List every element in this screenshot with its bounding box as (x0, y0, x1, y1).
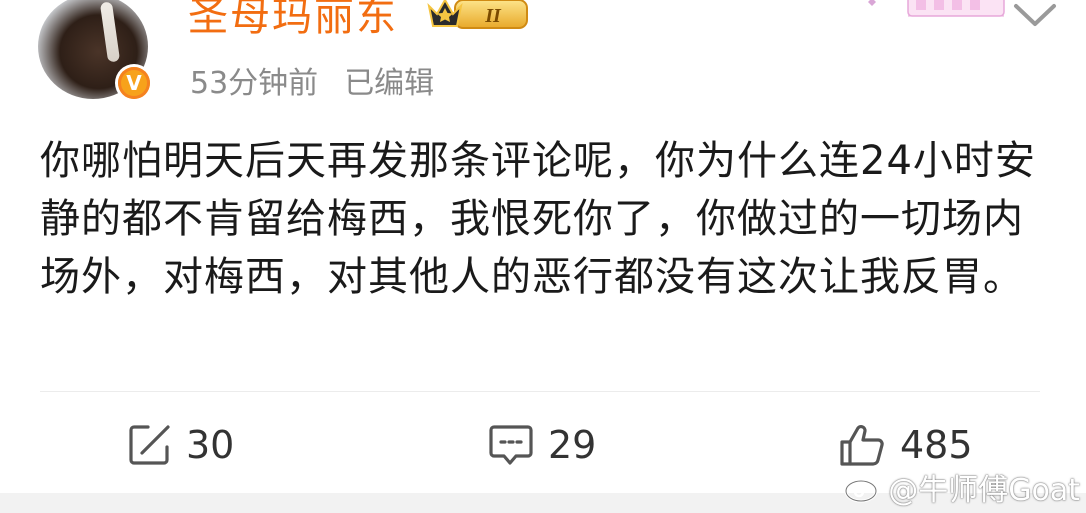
like-count: 485 (900, 423, 973, 467)
thumbs-up-icon (840, 425, 884, 466)
comment-count: 29 (548, 423, 597, 467)
watermark: @牛师傅Goat (844, 465, 1080, 509)
divider (40, 391, 1040, 392)
comment-icon (489, 425, 533, 465)
verified-badge-icon: V (115, 64, 153, 102)
watermark-text: @牛师傅Goat (888, 473, 1080, 508)
card-decoration-icon (868, 0, 1005, 17)
repost-icon (129, 425, 170, 465)
username[interactable]: 圣母玛丽东 (188, 0, 398, 42)
comment-button[interactable]: 29 (488, 420, 596, 470)
repost-button[interactable]: 30 (128, 420, 234, 470)
avatar-horse-blaze (99, 1, 121, 63)
post-content: 你哪怕明天后天再发那条评论呢，你为什么连24小时安静的都不肯留给梅西，我恨死你了… (40, 138, 1036, 300)
vip-crown-badge-icon[interactable]: II (425, 0, 529, 32)
post-timestamp: 53分钟前 (190, 66, 319, 101)
repost-count: 30 (186, 423, 235, 467)
edited-label[interactable]: 已编辑 (344, 66, 434, 101)
weibo-logo-icon (844, 473, 882, 503)
vip-level: II (484, 5, 502, 27)
like-button[interactable]: 485 (838, 420, 973, 470)
post-meta: 53分钟前 已编辑 (190, 58, 434, 102)
verified-badge-letter: V (118, 67, 150, 99)
chevron-down-icon[interactable] (1012, 0, 1058, 28)
